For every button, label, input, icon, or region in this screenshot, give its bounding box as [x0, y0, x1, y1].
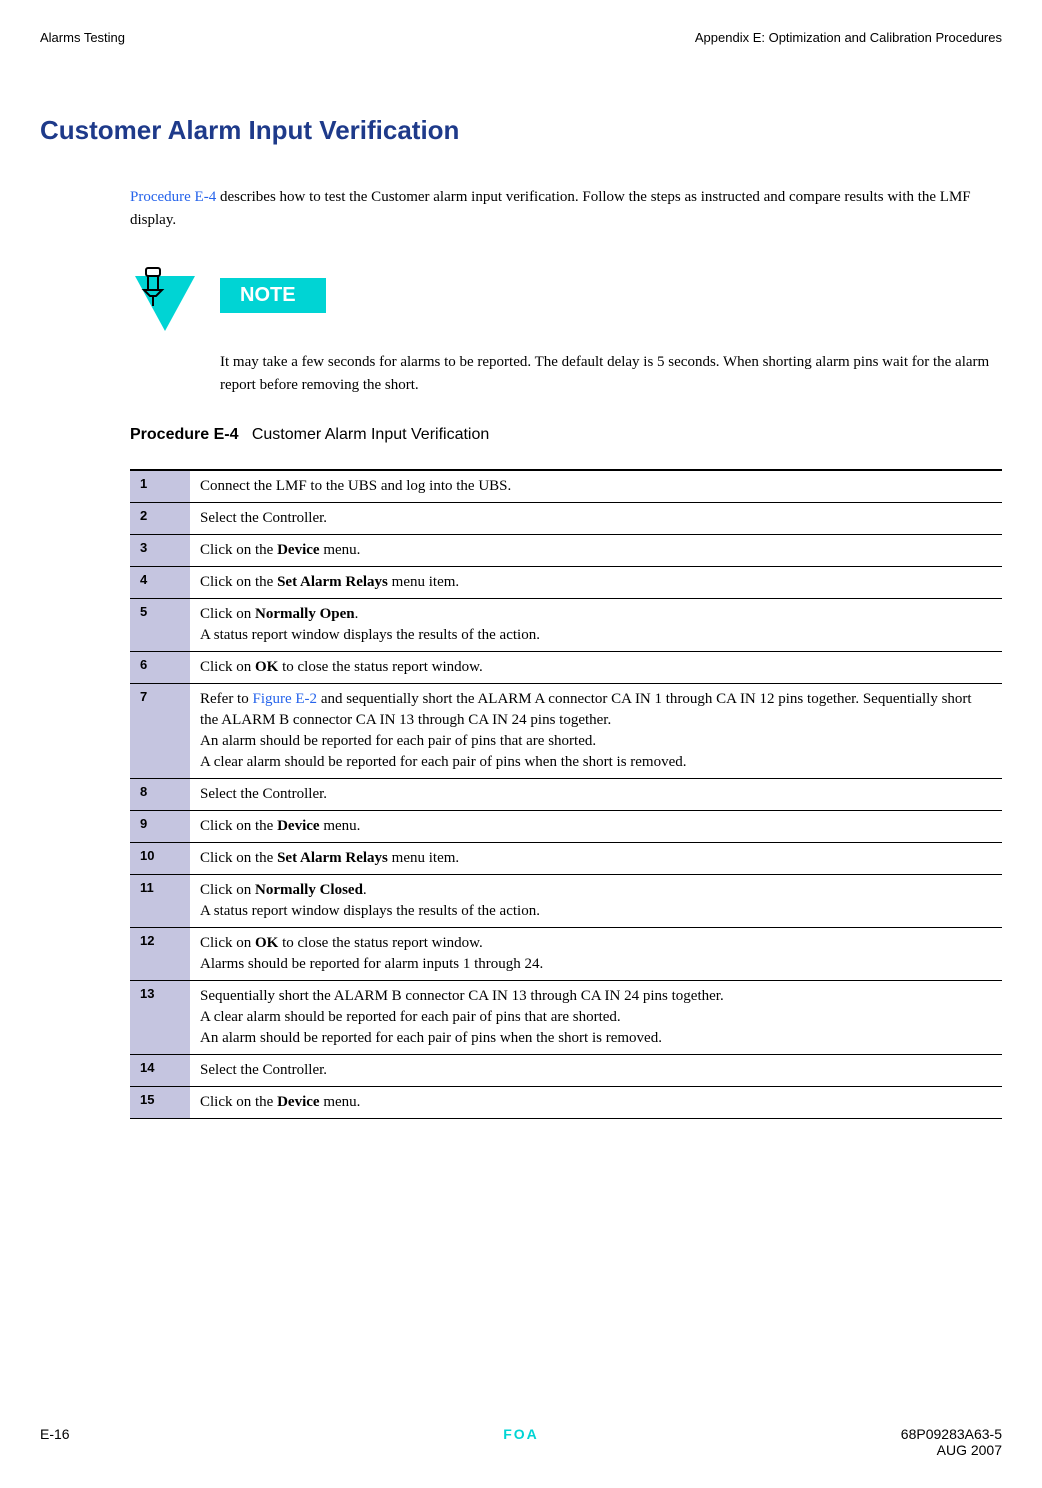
- table-row: 13Sequentially short the ALARM B connect…: [130, 981, 1002, 1055]
- table-row: 7Refer to Figure E-2 and sequentially sh…: [130, 684, 1002, 779]
- step-number: 4: [130, 567, 190, 599]
- step-text: Select the Controller.: [190, 779, 1002, 811]
- table-row: 4Click on the Set Alarm Relays menu item…: [130, 567, 1002, 599]
- step-text: Refer to Figure E-2 and sequentially sho…: [190, 684, 1002, 779]
- bold-term: Device: [277, 1094, 319, 1110]
- step-text: Click on the Set Alarm Relays menu item.: [190, 567, 1002, 599]
- footer-doc-id: 68P09283A63-5: [901, 1426, 1002, 1442]
- note-block: NOTE It may take a few seconds for alarm…: [130, 266, 1002, 396]
- table-row: 12Click on OK to close the status report…: [130, 928, 1002, 981]
- header-left: Alarms Testing: [40, 30, 125, 45]
- table-row: 15Click on the Device menu.: [130, 1087, 1002, 1119]
- procedure-label: Procedure E-4: [130, 426, 238, 443]
- note-header: NOTE: [130, 266, 1002, 336]
- note-text: It may take a few seconds for alarms to …: [220, 351, 1002, 396]
- step-number: 2: [130, 503, 190, 535]
- step-number: 3: [130, 535, 190, 567]
- header-right: Appendix E: Optimization and Calibration…: [695, 30, 1002, 45]
- step-text: Click on OK to close the status report w…: [190, 652, 1002, 684]
- table-row: 2Select the Controller.: [130, 503, 1002, 535]
- table-row: 11Click on Normally Closed.A status repo…: [130, 875, 1002, 928]
- step-text: Select the Controller.: [190, 1055, 1002, 1087]
- bold-term: Set Alarm Relays: [277, 574, 388, 590]
- page-header: Alarms Testing Appendix E: Optimization …: [40, 30, 1002, 45]
- footer-date: AUG 2007: [901, 1442, 1002, 1458]
- page-title: Customer Alarm Input Verification: [40, 115, 1002, 146]
- step-number: 15: [130, 1087, 190, 1119]
- step-text: Click on OK to close the status report w…: [190, 928, 1002, 981]
- step-text: Click on the Device menu.: [190, 811, 1002, 843]
- footer-right: 68P09283A63-5 AUG 2007: [901, 1426, 1002, 1458]
- step-number: 6: [130, 652, 190, 684]
- page-footer: E-16 FOA 68P09283A63-5 AUG 2007: [40, 1426, 1002, 1458]
- bold-term: Normally Open: [255, 606, 355, 622]
- note-label: NOTE: [220, 278, 326, 313]
- step-text: Click on the Device menu.: [190, 1087, 1002, 1119]
- note-icon: [130, 266, 200, 336]
- table-row: 14Select the Controller.: [130, 1055, 1002, 1087]
- step-number: 9: [130, 811, 190, 843]
- bold-term: Device: [277, 542, 319, 558]
- step-text: Click on Normally Closed.A status report…: [190, 875, 1002, 928]
- table-row: 6Click on OK to close the status report …: [130, 652, 1002, 684]
- bold-term: OK: [255, 659, 278, 675]
- table-row: 9Click on the Device menu.: [130, 811, 1002, 843]
- step-text: Click on Normally Open.A status report w…: [190, 599, 1002, 652]
- step-text: Click on the Set Alarm Relays menu item.: [190, 843, 1002, 875]
- footer-page-number: E-16: [40, 1426, 70, 1458]
- step-number: 11: [130, 875, 190, 928]
- table-row: 3Click on the Device menu.: [130, 535, 1002, 567]
- bold-term: Normally Closed: [255, 882, 363, 898]
- bold-term: Set Alarm Relays: [277, 850, 388, 866]
- footer-foa: FOA: [503, 1426, 539, 1442]
- intro-text: describes how to test the Customer alarm…: [130, 189, 971, 228]
- step-number: 10: [130, 843, 190, 875]
- intro-paragraph: Procedure E-4 describes how to test the …: [130, 186, 982, 231]
- step-number: 1: [130, 470, 190, 503]
- step-number: 14: [130, 1055, 190, 1087]
- procedure-subtitle: Customer Alarm Input Verification: [252, 426, 489, 443]
- table-row: 1Connect the LMF to the UBS and log into…: [130, 470, 1002, 503]
- bold-term: OK: [255, 935, 278, 951]
- procedure-table: 1Connect the LMF to the UBS and log into…: [130, 469, 1002, 1119]
- bold-term: Device: [277, 818, 319, 834]
- pushpin-icon: [138, 266, 168, 306]
- figure-link[interactable]: Figure E-2: [252, 691, 317, 707]
- procedure-link[interactable]: Procedure E-4: [130, 189, 216, 205]
- step-number: 12: [130, 928, 190, 981]
- table-row: 8Select the Controller.: [130, 779, 1002, 811]
- step-number: 8: [130, 779, 190, 811]
- table-row: 5Click on Normally Open.A status report …: [130, 599, 1002, 652]
- step-text: Click on the Device menu.: [190, 535, 1002, 567]
- table-row: 10Click on the Set Alarm Relays menu ite…: [130, 843, 1002, 875]
- step-number: 7: [130, 684, 190, 779]
- step-text: Connect the LMF to the UBS and log into …: [190, 470, 1002, 503]
- step-text: Select the Controller.: [190, 503, 1002, 535]
- step-number: 5: [130, 599, 190, 652]
- step-number: 13: [130, 981, 190, 1055]
- procedure-heading: Procedure E-4 Customer Alarm Input Verif…: [130, 426, 1002, 444]
- step-text: Sequentially short the ALARM B connector…: [190, 981, 1002, 1055]
